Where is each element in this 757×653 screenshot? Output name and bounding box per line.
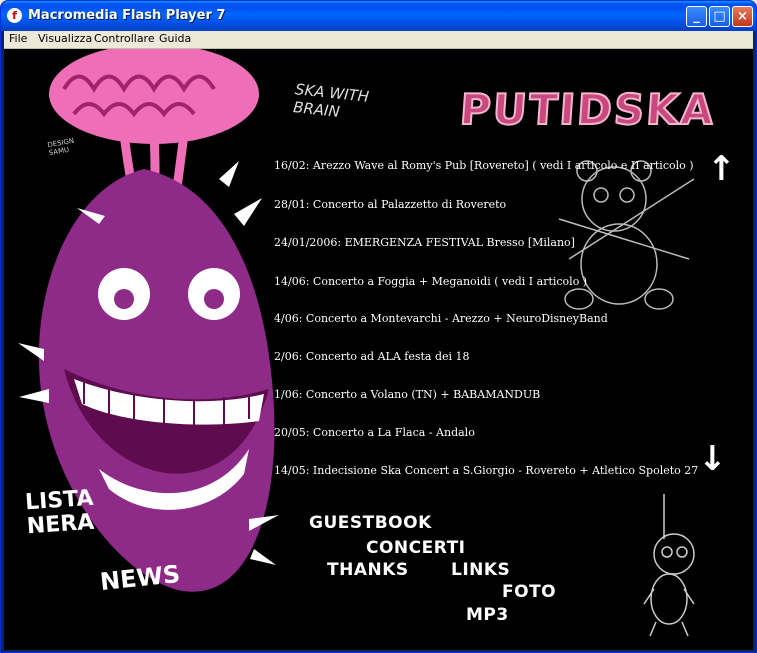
nav-foto[interactable]: FOTO <box>502 582 556 602</box>
close-button[interactable]: × <box>732 6 753 27</box>
news-item[interactable]: 1/06: Concerto a Volano (TN) + BABAMANDU… <box>274 388 540 401</box>
nav-guestbook[interactable]: GUESTBOOK <box>309 513 432 533</box>
title-bar[interactable]: f Macromedia Flash Player 7 _ □ × <box>1 1 756 31</box>
news-item[interactable]: 20/05: Concerto a La Flaca - Andalo <box>274 426 475 439</box>
lista-nera-line-2: NERA <box>26 509 96 540</box>
news-item[interactable]: 14/06: Concerto a Foggia + Meganoidi ( v… <box>274 275 587 288</box>
menu-bar: File Visualizza Controllare Guida <box>4 31 753 49</box>
menu-file[interactable]: File <box>9 32 27 45</box>
news-item[interactable]: 24/01/2006: EMERGENZA FESTIVAL Bresso [M… <box>274 236 575 249</box>
flash-stage: SKA WITH BRAIN DESIGN SAMU PUTIDSKA ↑ ↓ … <box>4 49 753 650</box>
nav-links[interactable]: LINKS <box>451 560 510 580</box>
putidska-logo: PUTIDSKA <box>457 84 718 135</box>
news-item[interactable]: 2/06: Concerto ad ALA festa dei 18 <box>274 350 470 363</box>
nav-concerti[interactable]: CONCERTI <box>366 538 466 558</box>
nav-mp3[interactable]: MP3 <box>466 605 509 625</box>
nav-thanks[interactable]: THANKS <box>327 560 409 580</box>
menu-visualizza[interactable]: Visualizza <box>38 32 92 45</box>
scroll-up-arrow-icon[interactable]: ↑ <box>707 149 736 189</box>
news-item[interactable]: 16/02: Arezzo Wave al Romy's Pub [Rovere… <box>274 159 694 172</box>
maximize-button[interactable]: □ <box>709 6 730 27</box>
flash-player-icon: f <box>7 8 22 23</box>
window-title: Macromedia Flash Player 7 <box>28 8 226 23</box>
hanging-bear-sketch-icon <box>643 494 695 637</box>
news-item[interactable]: 4/06: Concerto a Montevarchi - Arezzo + … <box>274 312 608 325</box>
scroll-down-arrow-icon[interactable]: ↓ <box>698 439 727 479</box>
news-item[interactable]: 28/01: Concerto al Palazzetto di Roveret… <box>274 198 506 211</box>
minimize-button[interactable]: _ <box>686 6 707 27</box>
ska-with-brain-tagline: SKA WITH BRAIN <box>292 80 369 124</box>
flash-player-window: f Macromedia Flash Player 7 _ □ × File V… <box>0 0 757 653</box>
lista-nera-link[interactable]: LISTA NERA <box>24 486 96 540</box>
teddy-bear-sketch-icon <box>558 160 695 310</box>
news-item[interactable]: 14/05: Indecisione Ska Concert a S.Giorg… <box>274 464 698 477</box>
menu-guida[interactable]: Guida <box>159 32 191 45</box>
menu-controllare[interactable]: Controllare <box>94 32 155 45</box>
